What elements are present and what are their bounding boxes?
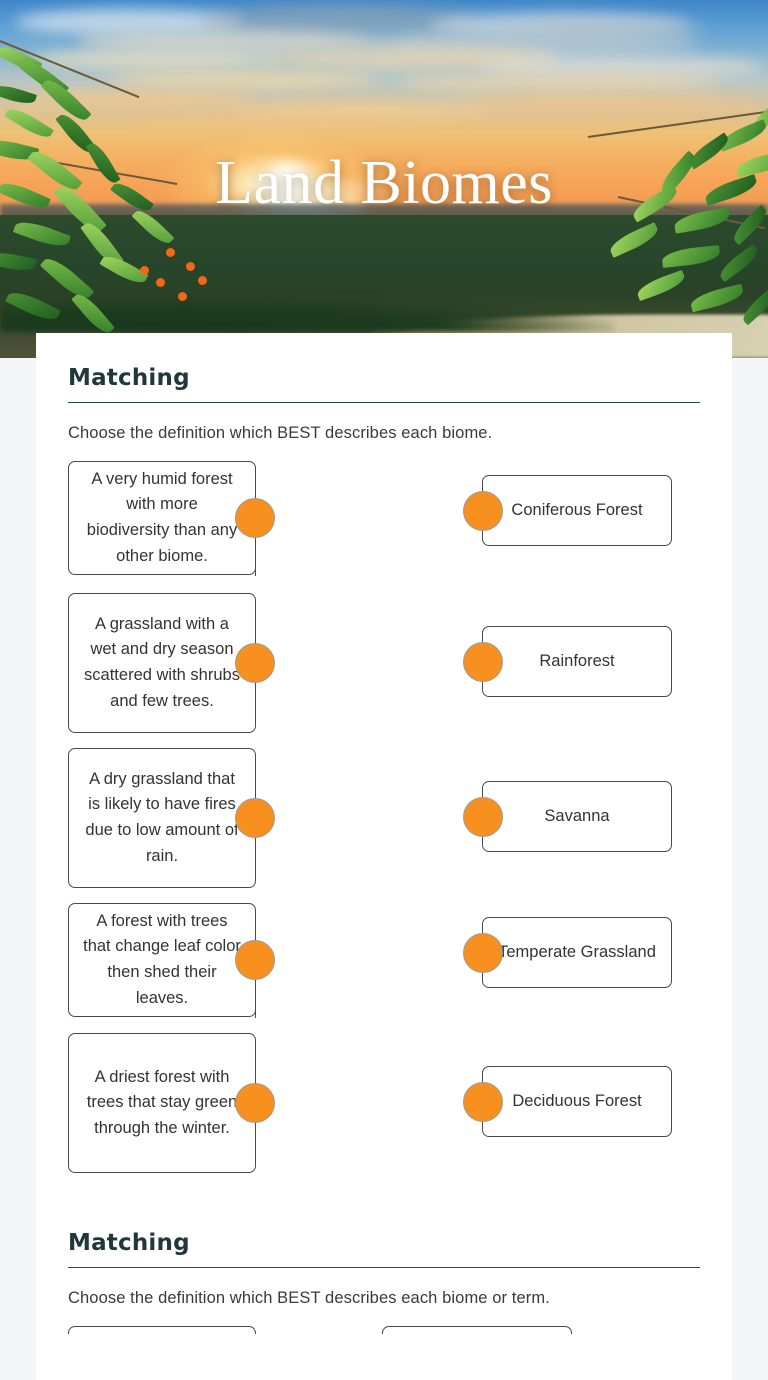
term-text: Coniferous Forest xyxy=(511,500,643,519)
match-row: A forest with trees that change leaf col… xyxy=(68,903,700,1033)
match-row: A dry grassland that is likely to have f… xyxy=(68,748,700,903)
definition-text: A driest forest with trees that stay gre… xyxy=(86,1067,238,1137)
definition-text: A forest with trees that change leaf col… xyxy=(83,911,241,1007)
term-connector-dot[interactable] xyxy=(463,932,503,973)
term-connector-dot[interactable] xyxy=(463,1081,503,1122)
term-box[interactable]: Rainforest xyxy=(463,626,672,697)
definition-connector-dot[interactable] xyxy=(235,643,275,683)
term-box[interactable]: Deciduous Forest xyxy=(463,1066,672,1137)
term-text: Rainforest xyxy=(539,651,615,670)
match-row: A grassland with a wet and dry season sc… xyxy=(68,593,700,748)
section-matching-1: Matching Choose the definition which BES… xyxy=(68,333,700,1188)
definition-connector-dot[interactable] xyxy=(235,1083,275,1123)
term-connector-dot[interactable] xyxy=(463,641,503,682)
term-box[interactable]: Savanna xyxy=(463,781,672,852)
matching-grid-partial xyxy=(68,1326,700,1334)
matching-grid: A very humid forest with more biodiversi… xyxy=(68,461,700,1188)
match-row: A driest forest with trees that stay gre… xyxy=(68,1033,700,1188)
definition-connector-dot[interactable] xyxy=(235,940,275,980)
term-connector-dot[interactable] xyxy=(463,490,503,531)
match-row: A very humid forest with more biodiversi… xyxy=(68,461,700,593)
definition-text: A dry grassland that is likely to have f… xyxy=(85,769,239,865)
section-title: Matching xyxy=(68,365,190,391)
term-connector-dot[interactable] xyxy=(463,796,503,837)
definition-box[interactable] xyxy=(68,1326,256,1334)
definition-text: A very humid forest with more biodiversi… xyxy=(86,469,238,565)
term-text: Temperate Grassland xyxy=(498,942,656,961)
term-box[interactable] xyxy=(382,1326,572,1334)
hero-banner: Land Biomes xyxy=(0,0,768,358)
definition-connector-dot[interactable] xyxy=(235,498,275,538)
term-box[interactable]: Coniferous Forest xyxy=(463,475,672,546)
section-title: Matching xyxy=(68,1230,190,1256)
definition-connector-dot[interactable] xyxy=(235,798,275,838)
definition-box[interactable]: A dry grassland that is likely to have f… xyxy=(68,748,275,888)
definition-text: A grassland with a wet and dry season sc… xyxy=(84,614,240,710)
definition-box[interactable]: A forest with trees that change leaf col… xyxy=(68,903,275,1017)
term-box[interactable]: Temperate Grassland xyxy=(463,917,672,988)
definition-box[interactable]: A grassland with a wet and dry season sc… xyxy=(68,593,275,733)
page-title: Land Biomes xyxy=(215,149,553,217)
term-text: Deciduous Forest xyxy=(512,1091,642,1110)
term-text: Savanna xyxy=(544,806,610,825)
section-matching-2: Matching Choose the definition which BES… xyxy=(68,1188,700,1334)
section-instruction: Choose the definition which BEST describ… xyxy=(68,1289,550,1307)
definition-box[interactable]: A driest forest with trees that stay gre… xyxy=(68,1033,275,1173)
section-instruction: Choose the definition which BEST describ… xyxy=(68,424,493,442)
worksheet-card: Matching Choose the definition which BES… xyxy=(36,333,732,1380)
definition-box[interactable]: A very humid forest with more biodiversi… xyxy=(68,461,275,575)
